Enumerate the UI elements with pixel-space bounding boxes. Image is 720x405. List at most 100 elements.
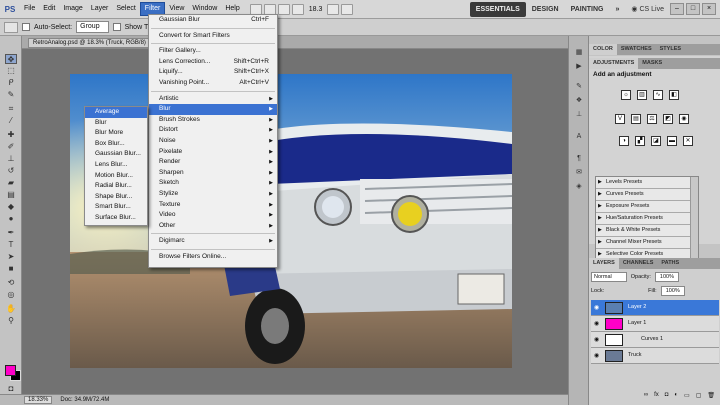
blur-submenu-item[interactable]: Blur More xyxy=(85,128,147,139)
blur-submenu-item[interactable]: Gaussian Blur... xyxy=(85,149,147,160)
hand-icon[interactable] xyxy=(277,3,290,15)
blur-submenu-item[interactable]: Shape Blur... xyxy=(85,192,147,203)
3d-orbit-icon[interactable]: ◎ xyxy=(5,290,17,300)
bridge-button[interactable] xyxy=(249,3,262,15)
posterize-icon[interactable]: ▞ xyxy=(635,136,645,146)
auto-select-dropdown[interactable]: Group xyxy=(76,21,109,33)
filter-menu-item[interactable]: Video ▶ xyxy=(149,210,277,221)
vibrance-icon[interactable]: V xyxy=(615,114,625,124)
black-white-icon[interactable]: ◩ xyxy=(663,114,673,124)
blend-mode-dropdown[interactable]: Normal xyxy=(591,272,627,282)
clone-source-icon[interactable]: ⊥ xyxy=(574,110,584,119)
menu-edit[interactable]: Edit xyxy=(39,3,59,15)
filter-menu-item[interactable]: Gaussian Blur Ctrl+F xyxy=(149,15,277,26)
document-tab[interactable]: RetroAnalog.psd @ 18.3% (Truck, RGB/8) xyxy=(28,38,151,48)
hue-saturation-icon[interactable]: ▤ xyxy=(631,114,641,124)
filter-menu-item[interactable]: Texture ▶ xyxy=(149,200,277,211)
brush-presets-icon[interactable]: ❖ xyxy=(574,96,584,105)
filter-menu-item[interactable]: Stylize ▶ xyxy=(149,189,277,200)
filter-menu-item[interactable]: Brush Strokes ▶ xyxy=(149,115,277,126)
filter-menu-item[interactable]: Other ▶ xyxy=(149,221,277,232)
shape-tool-icon[interactable]: ■ xyxy=(5,264,17,274)
move-tool-icon[interactable]: ✥ xyxy=(5,54,17,64)
filter-menu-item[interactable]: Lens Correction... Shift+Ctrl+R xyxy=(149,57,277,68)
layer-row[interactable]: ◉ Truck xyxy=(591,348,719,364)
exposure-icon[interactable]: ◧ xyxy=(669,90,679,100)
eyedropper-tool-icon[interactable]: ⁄ xyxy=(5,116,17,126)
add-mask-icon[interactable]: ◘ xyxy=(665,392,669,398)
character-panel-icon[interactable]: A xyxy=(574,132,584,141)
new-group-icon[interactable]: ▭ xyxy=(684,392,690,399)
filter-menu-item[interactable]: Noise ▶ xyxy=(149,136,277,147)
filter-menu-item[interactable]: Sketch ▶ xyxy=(149,178,277,189)
visibility-eye-icon[interactable]: ◉ xyxy=(594,304,599,311)
hand-tool-icon[interactable]: ✋ xyxy=(5,304,17,314)
history-panel-icon[interactable]: ▦ xyxy=(574,48,584,57)
preset-levels[interactable]: Levels Presets xyxy=(596,177,698,189)
menu-layer[interactable]: Layer xyxy=(87,3,113,15)
maximize-button[interactable]: □ xyxy=(686,3,700,15)
blur-tool-icon[interactable]: ◆ xyxy=(5,202,17,212)
preset-curves[interactable]: Curves Presets xyxy=(596,189,698,201)
brush-tool-icon[interactable]: ✐ xyxy=(5,142,17,152)
invert-icon[interactable]: ◑ xyxy=(619,136,629,146)
tab-adjustments[interactable]: ADJUSTMENTS xyxy=(589,58,639,69)
preset-black-white[interactable]: Black & White Presets xyxy=(596,225,698,237)
screen-mode-button[interactable] xyxy=(341,3,354,15)
filter-menu-item[interactable]: Sharpen ▶ xyxy=(149,168,277,179)
filter-menu-item[interactable]: Convert for Smart Filters xyxy=(149,31,277,42)
menu-image[interactable]: Image xyxy=(59,3,86,15)
layer-row[interactable]: ◉ Curves 1 xyxy=(591,332,719,348)
3d-panel-icon[interactable]: ◈ xyxy=(574,182,584,191)
curves-icon[interactable]: ∿ xyxy=(653,90,663,100)
blur-submenu-item[interactable]: Lens Blur... xyxy=(85,160,147,171)
mini-bridge-button[interactable] xyxy=(263,3,276,15)
new-layer-icon[interactable]: ▢ xyxy=(696,392,702,399)
lasso-tool-icon[interactable]: ᑭ xyxy=(5,78,17,88)
presets-scrollbar[interactable] xyxy=(690,177,698,259)
filter-menu-item[interactable]: Browse Filters Online... xyxy=(149,252,277,263)
quick-select-tool-icon[interactable]: ✎ xyxy=(5,90,17,100)
history-brush-icon[interactable]: ↺ xyxy=(5,166,17,176)
layer-row[interactable]: ◉ Layer 1 xyxy=(591,316,719,332)
color-balance-icon[interactable]: ⚖ xyxy=(647,114,657,124)
visibility-eye-icon[interactable]: ◉ xyxy=(594,336,599,343)
workspace-painting[interactable]: PAINTING xyxy=(565,2,610,17)
layer-style-icon[interactable]: fx xyxy=(654,392,659,398)
show-transform-checkbox[interactable] xyxy=(112,23,121,31)
filter-menu-item[interactable]: Filter Gallery... xyxy=(149,46,277,57)
zoom-level[interactable]: 18.3 xyxy=(309,6,323,13)
tab-layers[interactable]: LAYERS xyxy=(589,258,619,269)
path-selection-icon[interactable]: ➤ xyxy=(5,252,17,262)
workspace-essentials[interactable]: ESSENTIALS xyxy=(469,1,526,17)
filter-menu-item[interactable]: Render ▶ xyxy=(149,157,277,168)
brush-panel-icon[interactable]: ✎ xyxy=(574,82,584,91)
close-button[interactable]: × xyxy=(702,3,716,15)
filter-menu-item[interactable]: Blur ▶ xyxy=(149,104,277,115)
minimize-button[interactable]: – xyxy=(670,3,684,15)
filter-menu-item[interactable]: Liquify... Shift+Ctrl+X xyxy=(149,67,277,78)
filter-menu-item[interactable]: Distort ▶ xyxy=(149,125,277,136)
brightness-contrast-icon[interactable]: ☼ xyxy=(621,90,631,100)
preset-channel-mixer[interactable]: Channel Mixer Presets xyxy=(596,237,698,249)
workspace-design[interactable]: DESIGN xyxy=(526,2,565,17)
visibility-eye-icon[interactable]: ◉ xyxy=(594,352,599,359)
filter-menu-item[interactable]: Digimarc ▶ xyxy=(149,236,277,247)
layer-row[interactable]: ◉ Layer 2 xyxy=(591,300,719,316)
menu-select[interactable]: Select xyxy=(112,3,139,15)
move-tool-icon[interactable] xyxy=(4,21,18,33)
tab-masks[interactable]: MASKS xyxy=(638,58,666,69)
blur-submenu-item[interactable]: Blur xyxy=(85,118,147,129)
blur-submenu-item[interactable]: Surface Blur... xyxy=(85,213,147,224)
tab-swatches[interactable]: SWATCHES xyxy=(617,44,656,55)
type-tool-icon[interactable]: T xyxy=(5,240,17,250)
tab-paths[interactable]: PATHS xyxy=(657,258,683,269)
blur-submenu-item[interactable]: Box Blur... xyxy=(85,139,147,150)
tab-styles[interactable]: STYLES xyxy=(656,44,685,55)
workspace-more[interactable]: » xyxy=(610,2,626,17)
link-layers-icon[interactable]: ∞ xyxy=(644,392,648,398)
cs-live-button[interactable]: ◉ CS Live xyxy=(631,5,664,13)
marquee-tool-icon[interactable]: ⬚ xyxy=(5,66,17,76)
menu-file[interactable]: File xyxy=(20,3,39,15)
opacity-field[interactable]: 100% xyxy=(654,272,679,282)
